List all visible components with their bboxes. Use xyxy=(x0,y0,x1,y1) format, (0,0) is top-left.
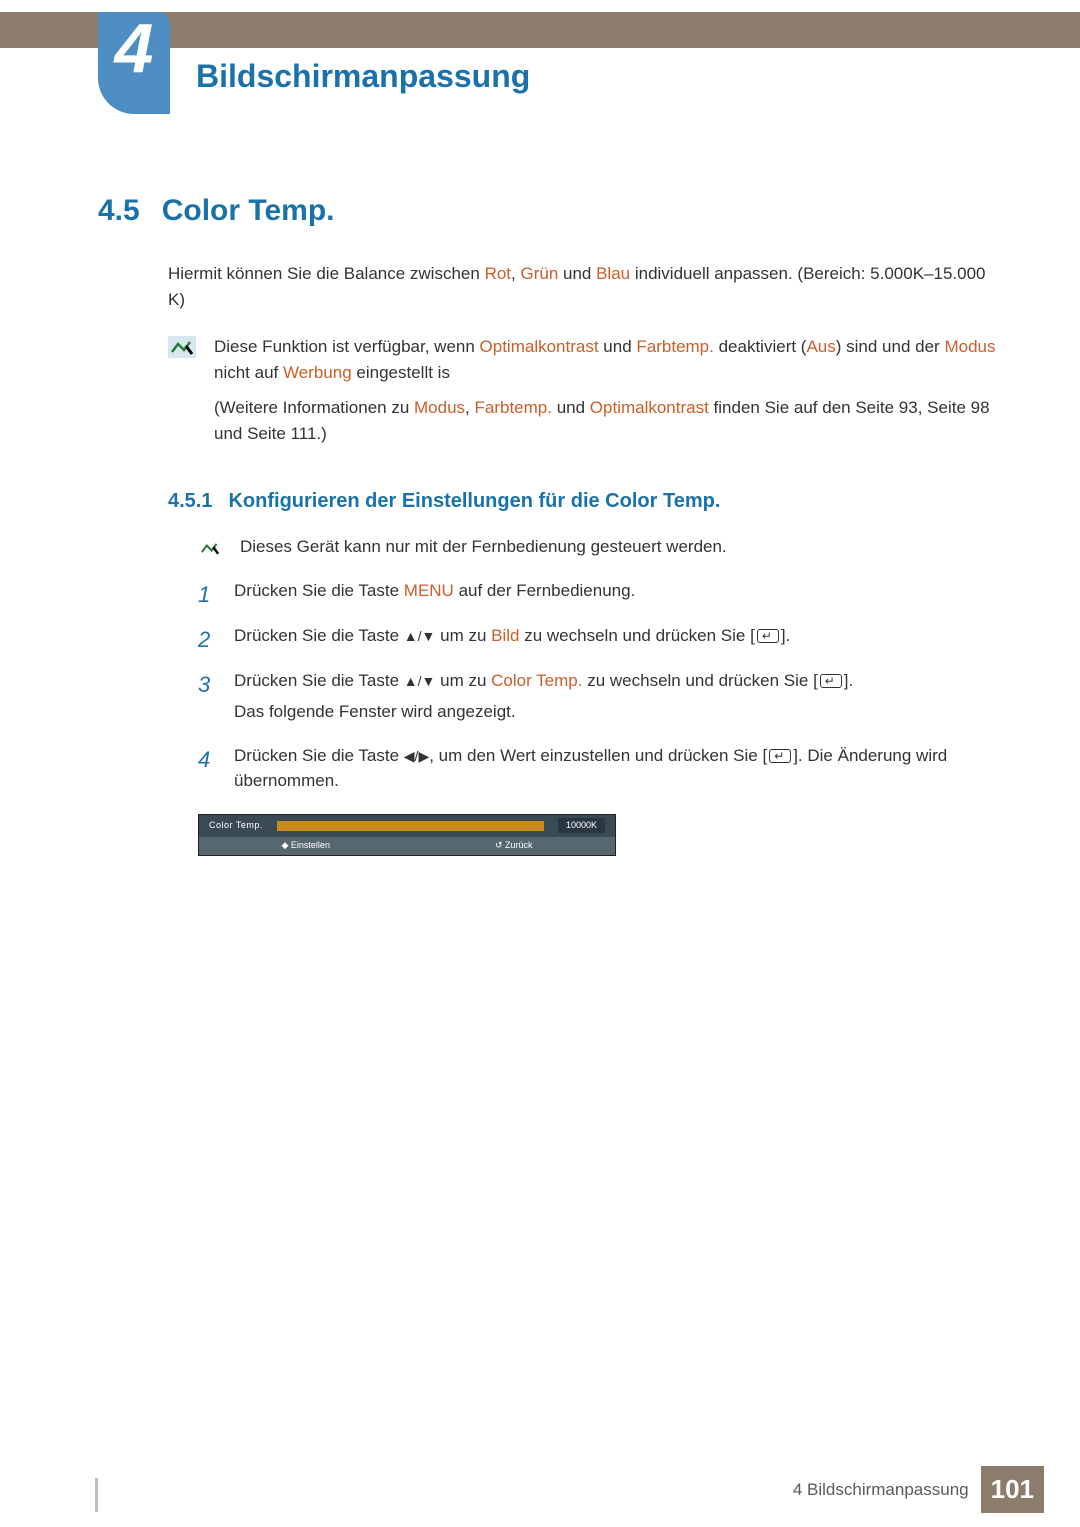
subsection-title: Konfigurieren der Einstellungen für die … xyxy=(228,490,720,512)
chapter-title: Bildschirmanpassung xyxy=(196,52,530,100)
text: Drücken Sie die Taste xyxy=(234,671,404,690)
text: eingestellt is xyxy=(352,363,450,382)
step-text: Drücken Sie die Taste ◀/▶, um den Wert e… xyxy=(234,743,1002,800)
enter-icon xyxy=(757,629,779,643)
text: Drücken Sie die Taste xyxy=(234,581,404,600)
footer-text: 4 Bildschirmanpassung xyxy=(793,1477,969,1503)
step-number: 1 xyxy=(198,578,216,611)
term-blau: Blau xyxy=(596,264,630,283)
text: um zu xyxy=(435,626,491,645)
text: , um den Wert einzustellen und drücken S… xyxy=(429,746,767,765)
text: ) sind und der xyxy=(836,337,945,356)
term-menu: MENU xyxy=(404,581,454,600)
text: ]. xyxy=(781,626,790,645)
text: und xyxy=(558,264,596,283)
section-intro: Hiermit können Sie die Balance zwischen … xyxy=(168,261,1002,312)
osd-slider-bar xyxy=(277,821,544,831)
enter-icon xyxy=(820,674,842,688)
step-2: 2 Drücken Sie die Taste ▲/▼ um zu Bild z… xyxy=(198,623,1002,656)
term-colortemp: Color Temp. xyxy=(491,671,582,690)
note-block: Diese Funktion ist verfügbar, wenn Optim… xyxy=(168,334,1002,456)
note-inline: Dieses Gerät kann nur mit der Fernbedien… xyxy=(198,534,1002,560)
chapter-number: 4 xyxy=(115,12,154,86)
page-footer: 4 Bildschirmanpassung 101 xyxy=(793,1466,1044,1513)
osd-hint-back: ↺ Zurück xyxy=(495,839,533,853)
osd-hints: ◆ Einstellen ↺ Zurück xyxy=(199,837,615,855)
subsection-number: 4.5.1 xyxy=(168,490,212,512)
term: Optimalkontrast xyxy=(590,398,709,417)
term: Farbtemp. xyxy=(474,398,551,417)
arrow-up-down-icon: ▲/▼ xyxy=(404,628,436,644)
step-number: 4 xyxy=(198,743,216,800)
text: (Weitere Informationen zu xyxy=(214,398,414,417)
page-number: 101 xyxy=(981,1466,1044,1513)
step-text: Drücken Sie die Taste MENU auf der Fernb… xyxy=(234,578,635,611)
step-1: 1 Drücken Sie die Taste MENU auf der Fer… xyxy=(198,578,1002,611)
term-bild: Bild xyxy=(491,626,519,645)
text: ]. xyxy=(844,671,853,690)
term: Modus xyxy=(414,398,465,417)
text: auf der Fernbedienung. xyxy=(454,581,635,600)
term: Modus xyxy=(944,337,995,356)
text: Hiermit können Sie die Balance zwischen xyxy=(168,264,485,283)
term-rot: Rot xyxy=(485,264,511,283)
note-icon xyxy=(168,336,196,358)
step-number: 2 xyxy=(198,623,216,656)
step-3: 3 Drücken Sie die Taste ▲/▼ um zu Color … xyxy=(198,668,1002,731)
note-icon xyxy=(198,539,222,557)
step-4: 4 Drücken Sie die Taste ◀/▶, um den Wert… xyxy=(198,743,1002,800)
text: zu wechseln und drücken Sie [ xyxy=(582,671,817,690)
osd-row: Color Temp. 10000K xyxy=(199,815,615,837)
text: Diese Funktion ist verfügbar, wenn xyxy=(214,337,480,356)
steps-list: 1 Drücken Sie die Taste MENU auf der Fer… xyxy=(198,578,1002,800)
text: Drücken Sie die Taste xyxy=(234,626,404,645)
text: deaktiviert ( xyxy=(714,337,807,356)
subsection-heading: 4.5.1 Konfigurieren der Einstellungen für… xyxy=(168,486,1002,516)
text: und xyxy=(552,398,590,417)
section-heading: 4.5 Color Temp. xyxy=(98,188,1002,233)
section-title: Color Temp. xyxy=(162,188,335,233)
text: um zu xyxy=(435,671,491,690)
note-text: Diese Funktion ist verfügbar, wenn Optim… xyxy=(214,334,1002,456)
text: Drücken Sie die Taste xyxy=(234,746,404,765)
term: Aus xyxy=(806,337,835,356)
term: Werbung xyxy=(283,363,352,382)
margin-mark xyxy=(95,1478,98,1512)
term-gruen: Grün xyxy=(520,264,558,283)
term: Optimalkontrast xyxy=(480,337,599,356)
arrow-up-down-icon: ▲/▼ xyxy=(404,673,436,689)
step-text: Drücken Sie die Taste ▲/▼ um zu Color Te… xyxy=(234,668,853,731)
section-number: 4.5 xyxy=(98,188,140,233)
osd-label: Color Temp. xyxy=(209,819,263,833)
osd-window: Color Temp. 10000K ◆ Einstellen ↺ Zurück xyxy=(198,814,616,856)
chapter-badge: 4 xyxy=(98,12,170,114)
text: und xyxy=(599,337,637,356)
step-text: Drücken Sie die Taste ▲/▼ um zu Bild zu … xyxy=(234,623,790,656)
step-number: 3 xyxy=(198,668,216,731)
osd-hint-adjust: ◆ Einstellen xyxy=(282,839,330,853)
term: Farbtemp. xyxy=(636,337,713,356)
note-text: Dieses Gerät kann nur mit der Fernbedien… xyxy=(240,534,727,560)
osd-value: 10000K xyxy=(558,818,605,834)
arrow-left-right-icon: ◀/▶ xyxy=(404,748,429,764)
text: Das folgende Fenster wird angezeigt. xyxy=(234,699,853,725)
enter-icon xyxy=(769,749,791,763)
text: nicht auf xyxy=(214,363,283,382)
text: zu wechseln und drücken Sie [ xyxy=(520,626,755,645)
